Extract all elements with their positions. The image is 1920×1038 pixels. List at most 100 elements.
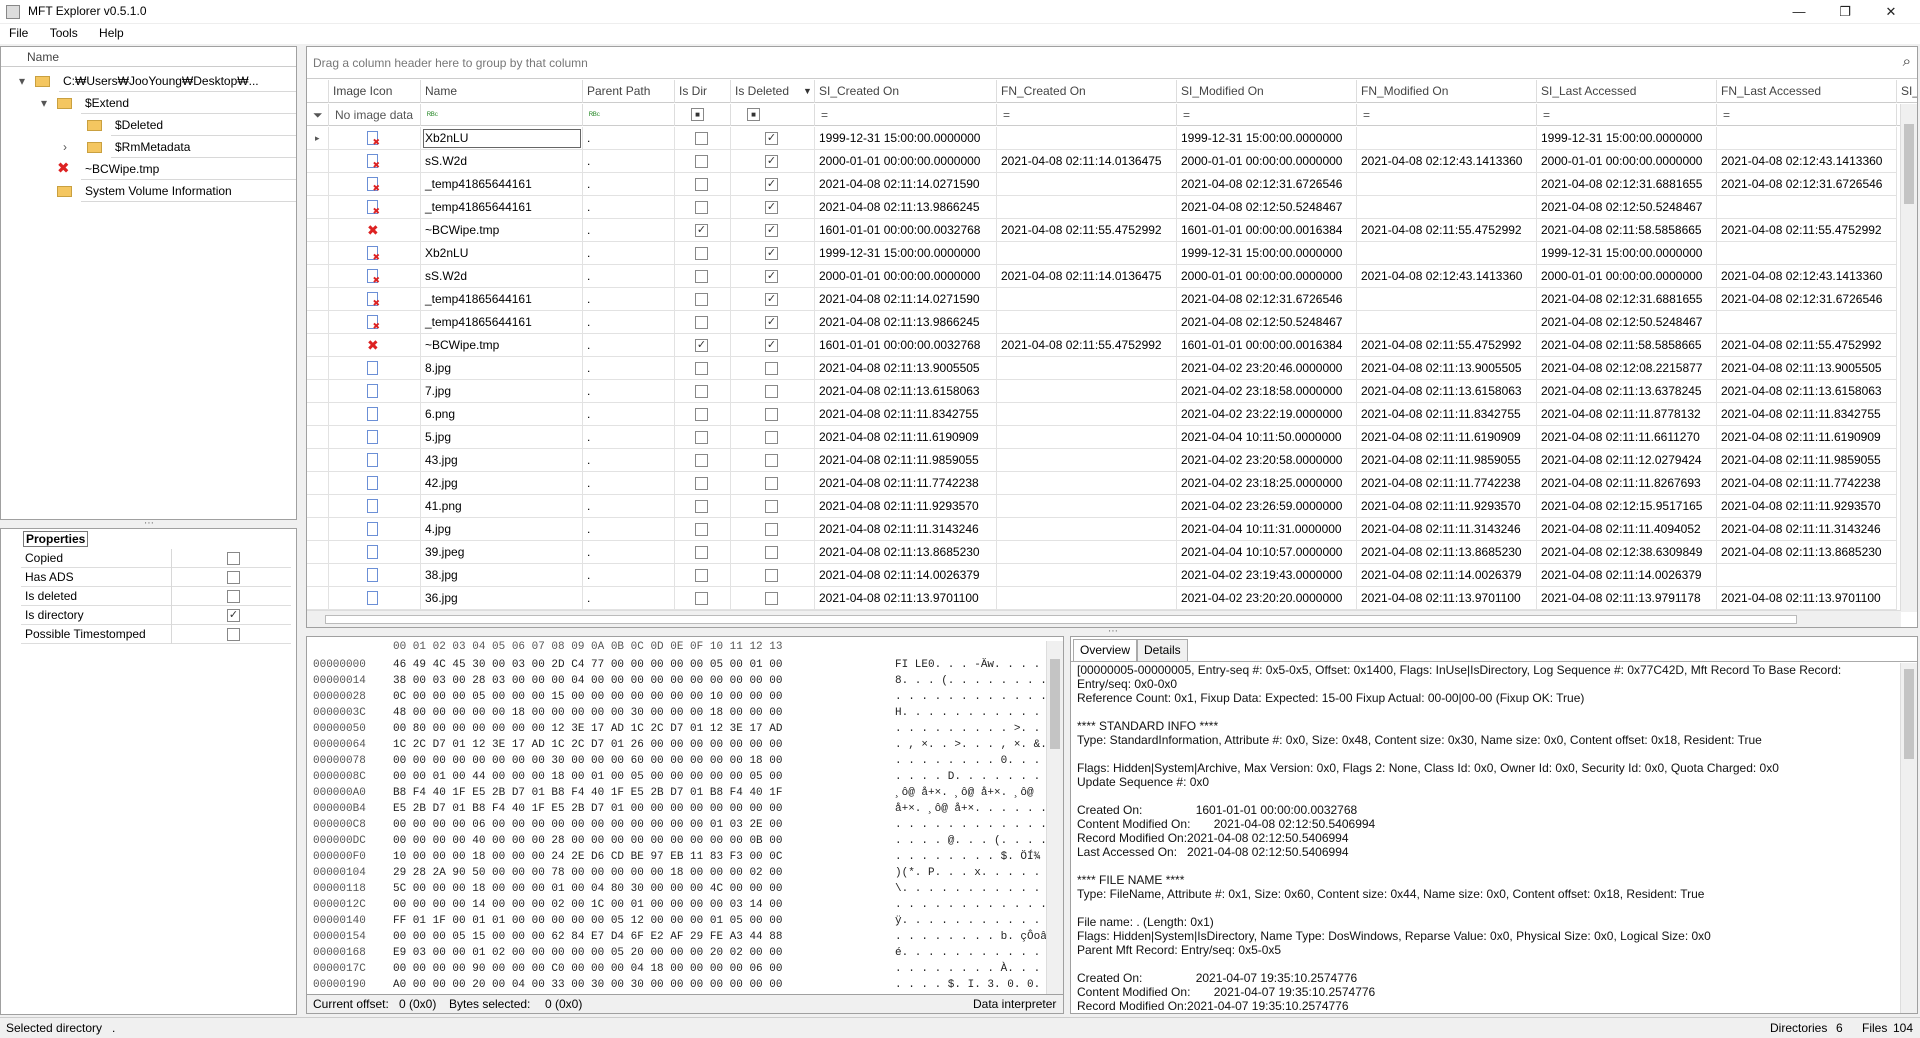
table-row[interactable]: ✖ sS.W2d. ✓ 2000-01-01 00:00:00.0000000 2021… <box>307 265 1897 288</box>
hex-ascii[interactable]: ÿ. . . . . . . . . . . . . . . . . . . <box>895 913 1063 929</box>
tree-node[interactable]: System Volume Information <box>1 180 296 202</box>
hex-ascii[interactable]: . , ×. . >. . . , ×. &. . . . . . . <box>895 737 1063 753</box>
is-deleted-checkbox[interactable]: ✓ <box>765 339 778 352</box>
filter-cell[interactable]: = <box>1177 104 1357 126</box>
name-cell[interactable]: 4.jpg <box>421 518 583 541</box>
is-deleted-checkbox[interactable] <box>765 523 778 536</box>
is-deleted-checkbox[interactable] <box>765 408 778 421</box>
name-cell[interactable]: 39.jpeg <box>421 541 583 564</box>
tree-node[interactable]: ▾ $Extend <box>1 92 296 114</box>
tree-node[interactable]: › $RmMetadata <box>1 136 296 158</box>
is-deleted-checkbox[interactable]: ✓ <box>765 270 778 283</box>
hex-ascii[interactable]: . . . . . . . . . . . . . . . . . . . . <box>895 817 1063 833</box>
filter-cell[interactable]: = <box>1717 104 1897 126</box>
filter-cell[interactable]: = <box>815 104 997 126</box>
hex-ascii[interactable]: )(*. P. . . x. . . . . . . . . . . <box>895 865 1063 881</box>
name-cell[interactable]: Xb2nLU <box>421 127 583 150</box>
table-row[interactable]: ✖ ~BCWipe.tmp. ✓ ✓ 1601-01-01 00:00:00.00327… <box>307 334 1908 357</box>
is-dir-checkbox[interactable] <box>695 293 708 306</box>
hex-ascii[interactable]: H. . . . . . . . . . . 0. . . . . . . <box>895 705 1063 721</box>
hex-bytes[interactable]: 00 80 00 00 00 00 00 00 12 3E 17 AD 1C 2… <box>393 723 782 735</box>
is-dir-checkbox[interactable] <box>695 247 708 260</box>
is-deleted-checkbox[interactable] <box>765 569 778 582</box>
filter-cell[interactable]: No image data <box>329 104 421 126</box>
is-deleted-checkbox[interactable]: ✓ <box>765 201 778 214</box>
name-cell[interactable]: _temp41865644161 <box>421 173 583 196</box>
column-header[interactable]: SI_F <box>1897 80 1917 103</box>
is-deleted-checkbox[interactable] <box>765 477 778 490</box>
hex-bytes[interactable]: FF 01 1F 00 01 01 00 00 00 00 00 05 12 0… <box>393 915 782 927</box>
expand-chevron-icon[interactable]: ▾ <box>41 92 47 114</box>
is-deleted-checkbox[interactable] <box>765 592 778 605</box>
hex-ascii[interactable]: å+×. ¸ô@ å+×. . . . . . . . . <box>895 801 1063 817</box>
hex-bytes[interactable]: E5 2B D7 01 B8 F4 40 1F E5 2B D7 01 00 0… <box>393 803 782 815</box>
filter-cell[interactable]: ᴿᴮᶜ <box>421 104 583 126</box>
name-cell[interactable]: sS.W2d <box>421 150 583 173</box>
hex-ascii[interactable]: \. . . . . . . . . . . 0. . . L. . . <box>895 881 1063 897</box>
expand-chevron-icon[interactable]: ▾ <box>19 70 25 92</box>
table-row[interactable]: 39.jpeg. 2021-04-08 02:11:13.8685230 2021-… <box>307 541 1908 564</box>
name-cell[interactable]: 5.jpg <box>421 426 583 449</box>
tab-overview[interactable]: Overview <box>1073 639 1138 661</box>
name-cell[interactable]: 8.jpg <box>421 357 583 380</box>
is-dir-checkbox[interactable] <box>695 385 708 398</box>
is-dir-checkbox[interactable]: ✓ <box>695 224 708 237</box>
is-deleted-checkbox[interactable] <box>765 362 778 375</box>
hex-ascii[interactable]: 8. . . (. . . . . . . . . . . . . . . <box>895 673 1063 689</box>
column-header[interactable]: FN_Last Accessed <box>1717 80 1897 103</box>
hex-bytes[interactable]: A0 00 00 00 20 00 04 00 33 00 30 00 30 0… <box>393 979 782 991</box>
is-deleted-checkbox[interactable]: ✓ <box>765 224 778 237</box>
table-row[interactable]: 5.jpg. 2021-04-08 02:11:11.6190909 2021-04… <box>307 426 1908 449</box>
close-button[interactable]: ✕ <box>1868 0 1914 24</box>
name-cell[interactable]: 42.jpg <box>421 472 583 495</box>
is-dir-checkbox[interactable] <box>695 523 708 536</box>
menu-help[interactable]: Help <box>90 24 133 42</box>
menu-tools[interactable]: Tools <box>41 24 87 42</box>
name-cell[interactable]: ~BCWipe.tmp <box>421 334 583 357</box>
menu-file[interactable]: File <box>0 24 37 42</box>
hex-ascii[interactable]: . . . . . . . . . >. . , ×. . >. . <box>895 721 1063 737</box>
is-deleted-checkbox[interactable]: ✓ <box>765 155 778 168</box>
hex-bytes[interactable]: 00 00 00 00 06 00 00 00 00 00 00 00 00 0… <box>393 819 782 831</box>
name-cell[interactable]: 43.jpg <box>421 449 583 472</box>
is-dir-checkbox[interactable] <box>695 362 708 375</box>
filter-checkbox[interactable]: ■ <box>747 108 760 121</box>
table-row[interactable]: 6.png. 2021-04-08 02:11:11.8342755 2021-04… <box>307 403 1908 426</box>
filter-cell[interactable]: ᴿᴮᶜ <box>583 104 675 126</box>
table-row[interactable]: 4.jpg. 2021-04-08 02:11:11.3143246 2021-04… <box>307 518 1908 541</box>
name-cell[interactable]: sS.W2d <box>421 265 583 288</box>
name-cell[interactable]: 6.png <box>421 403 583 426</box>
is-dir-checkbox[interactable] <box>695 316 708 329</box>
is-deleted-checkbox[interactable] <box>765 431 778 444</box>
hex-bytes[interactable]: 0C 00 00 00 05 00 00 00 15 00 00 00 00 0… <box>393 691 782 703</box>
hex-bytes[interactable]: 00 00 00 00 40 00 00 00 28 00 00 00 00 0… <box>393 835 782 847</box>
maximize-button[interactable]: ❐ <box>1822 0 1868 24</box>
is-deleted-checkbox[interactable] <box>765 385 778 398</box>
grid-vertical-scrollbar[interactable] <box>1900 104 1917 612</box>
hex-bytes[interactable]: 5C 00 00 00 18 00 00 00 01 00 04 80 30 0… <box>393 883 782 895</box>
table-row[interactable]: ✖ Xb2nLU. ✓ 1999-12-31 15:00:00.0000000 1999… <box>307 242 1897 265</box>
hex-bytes[interactable]: 38 00 03 00 28 03 00 00 00 04 00 00 00 0… <box>393 675 782 687</box>
column-header[interactable]: SI_Modified On <box>1177 80 1357 103</box>
name-cell[interactable]: 7.jpg <box>421 380 583 403</box>
filter-cell[interactable]: = <box>1357 104 1537 126</box>
hex-bytes[interactable]: B8 F4 40 1F E5 2B D7 01 B8 F4 40 1F E5 2… <box>393 787 782 799</box>
table-row[interactable]: ✖ _temp41865644161. ✓ 2021-04-08 02:11:13.9… <box>307 196 1897 219</box>
hex-bytes[interactable]: 29 28 2A 90 50 00 00 00 78 00 00 00 00 0… <box>393 867 782 879</box>
property-checkbox[interactable] <box>227 571 240 584</box>
table-row[interactable]: 42.jpg. 2021-04-08 02:11:11.7742238 2021-0… <box>307 472 1908 495</box>
is-deleted-checkbox[interactable]: ✓ <box>765 316 778 329</box>
name-cell[interactable]: 41.png <box>421 495 583 518</box>
hex-ascii[interactable]: . . . . . . . . $. ÖÍ¾ ë. . ó. . <box>895 849 1063 865</box>
table-row[interactable]: 43.jpg. 2021-04-08 02:11:11.9859055 2021-0… <box>307 449 1908 472</box>
filter-checkbox[interactable]: ■ <box>691 108 704 121</box>
is-dir-checkbox[interactable] <box>695 201 708 214</box>
column-header[interactable]: FN_Created On <box>997 80 1177 103</box>
hex-viewer[interactable]: 00 01 02 03 04 05 06 07 08 09 0A 0B 0C 0… <box>306 636 1064 1014</box>
directory-tree[interactable]: Name ▾ C:₩Users₩JooYoung₩Desktop₩... ▾ $Ext… <box>0 46 297 520</box>
group-by-bar[interactable]: Drag a column header here to group by th… <box>307 47 1917 79</box>
tree-node[interactable]: $Deleted <box>1 114 296 136</box>
filter-cell[interactable]: = <box>997 104 1177 126</box>
name-cell[interactable]: Xb2nLU <box>421 242 583 265</box>
table-row[interactable]: 36.jpg. 2021-04-08 02:11:13.9701100 2021-0… <box>307 587 1908 610</box>
